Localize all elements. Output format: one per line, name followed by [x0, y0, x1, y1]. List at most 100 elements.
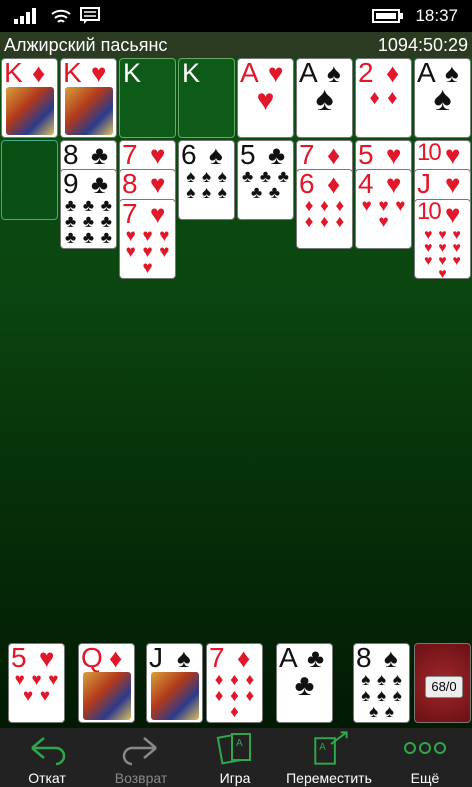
cards-icon: A [216, 733, 251, 765]
card-pips: ♠ [433, 80, 453, 118]
foundation-empty-slot[interactable]: K [119, 58, 176, 138]
card-pips: ♣ ♣ ♣ ♣ ♣ ♣ ♣ ♣ ♣ [65, 196, 113, 247]
foundation-empty-slot[interactable]: K [178, 58, 235, 138]
foundation-card[interactable]: A ♠ ♠ [414, 58, 471, 138]
jack-face-image [151, 672, 199, 720]
undo-arrow-icon [31, 737, 66, 766]
reserve-card[interactable]: J ♠ [146, 643, 203, 723]
heart-icon: ♥ [91, 58, 107, 88]
reserve-card[interactable]: Q ♦ [78, 643, 135, 723]
card-pips: ♦ ♦ ♦ ♦ ♦ ♦ [304, 196, 346, 231]
tableau-card[interactable]: 6 ♠ ♠ ♠ ♠ ♠ ♠ ♠ [178, 140, 235, 220]
card-pips: ♥ ♥ ♥ ♥ ♥ [14, 670, 60, 705]
svg-text:A: A [236, 738, 243, 749]
diamond-icon: ♦ [109, 643, 123, 673]
heart-icon: ♥ [445, 140, 461, 170]
diamond-icon: ♦ [386, 58, 400, 88]
foundation-card[interactable]: K ♦ [1, 58, 58, 138]
card-pips: ♥ ♥ ♥ ♥ ♥ ♥ ♥ [125, 226, 171, 277]
undo-button[interactable]: Откат [0, 728, 94, 787]
card-rank: Q [81, 643, 103, 673]
move-label: Переместить [286, 770, 372, 786]
reserve-card[interactable]: A ♣ ♣ [276, 643, 333, 723]
card-table: K ♦ K ♥ K K A ♥ ♥ A ♠ ♠ 2 ♦ ♦ ♦ A ♠ ♠ 8 … [0, 58, 472, 728]
redo-arrow-icon [122, 737, 157, 766]
foundation-card[interactable]: K ♥ [60, 58, 117, 138]
stock-count: 68/0 [425, 676, 463, 698]
card-pips: ♦ ♦ [369, 87, 399, 109]
card-pips: ♥ [256, 84, 276, 117]
king-face-image [6, 87, 54, 135]
move-button[interactable]: A Переместить [282, 728, 378, 787]
card-rank: A [279, 643, 298, 673]
slot-label: K [182, 58, 201, 88]
card-rank: J [417, 169, 431, 199]
foundation-card[interactable]: A ♠ ♠ [296, 58, 353, 138]
battery-icon [372, 9, 403, 23]
card-rank: A [417, 58, 436, 88]
card-rank: A [240, 58, 259, 88]
redo-label: Возврат [114, 770, 168, 786]
tableau-empty-slot[interactable] [1, 140, 58, 220]
tableau-card[interactable]: 9 ♣ ♣ ♣ ♣ ♣ ♣ ♣ ♣ ♣ ♣ [60, 169, 117, 249]
redo-button[interactable]: Возврат [94, 728, 188, 787]
stock-pile[interactable]: 68/0 [414, 643, 471, 723]
foundation-card[interactable]: A ♥ ♥ [237, 58, 294, 138]
card-rank: 2 [358, 58, 374, 88]
card-pips: ♣ [294, 669, 316, 702]
card-pips: ♠ ♠ ♠ ♠ ♠ ♠ [186, 167, 228, 202]
move-card-icon: A [314, 731, 348, 765]
queen-face-image [83, 672, 131, 720]
diamond-icon: ♦ [327, 140, 341, 170]
reserve-card[interactable]: 5 ♥ ♥ ♥ ♥ ♥ ♥ [8, 643, 65, 723]
card-rank: A [299, 58, 318, 88]
message-icon [80, 7, 100, 24]
card-pips: ♦ ♦ ♦ ♦ ♦ ♦ ♦ [214, 670, 256, 721]
card-pips: ♠ [315, 80, 335, 118]
card-rank: J [149, 643, 163, 673]
card-rank: 7 [299, 140, 315, 170]
card-rank: 8 [63, 140, 79, 170]
reserve-card[interactable]: 7 ♦ ♦ ♦ ♦ ♦ ♦ ♦ ♦ [206, 643, 263, 723]
king-face-image [65, 87, 113, 135]
card-pips: ♠ ♠ ♠ ♠ ♠ ♠ ♠ ♠ [361, 670, 403, 721]
tableau-card[interactable]: 4 ♥ ♥ ♥ ♥ ♥ [355, 169, 412, 249]
heart-icon: ♥ [150, 140, 166, 170]
more-dots-icon [404, 742, 446, 754]
heart-icon: ♥ [150, 169, 166, 199]
undo-label: Откат [28, 770, 66, 786]
game-button[interactable]: A Игра [188, 728, 282, 787]
more-label: Ещё [410, 770, 440, 786]
game-label: Игра [219, 770, 251, 786]
signal-icon [14, 8, 36, 24]
svg-text:A: A [319, 742, 326, 753]
diamond-icon: ♦ [32, 58, 46, 88]
card-rank: 5 [358, 140, 374, 170]
card-pips: ♣ ♣ ♣ ♣ ♣ [242, 167, 290, 202]
game-title: Алжирский пасьянс [4, 35, 168, 55]
tableau-card[interactable]: 10 ♥ ♥ ♥ ♥ ♥ ♥ ♥ ♥ ♥ ♥ ♥ [414, 199, 471, 279]
card-rank: K [63, 58, 82, 88]
slot-label: K [123, 58, 142, 88]
more-button[interactable]: Ещё [378, 728, 472, 787]
card-pips: ♥ ♥ ♥ ♥ ♥ ♥ ♥ ♥ ♥ ♥ [424, 226, 462, 279]
card-rank: 7 [122, 140, 138, 170]
card-rank: 10 [417, 199, 442, 225]
status-bar: 18:37 [0, 0, 472, 32]
card-rank: 8 [122, 169, 138, 199]
tableau-card[interactable]: 5 ♣ ♣ ♣ ♣ ♣ ♣ [237, 140, 294, 220]
tableau-card[interactable]: 7 ♥ ♥ ♥ ♥ ♥ ♥ ♥ ♥ [119, 199, 176, 279]
tableau-card[interactable]: 6 ♦ ♦ ♦ ♦ ♦ ♦ ♦ [296, 169, 353, 249]
clock: 18:37 [415, 6, 458, 25]
game-title-bar: Алжирский пасьянс 1094:50:29 [0, 32, 472, 58]
club-icon: ♣ [91, 140, 109, 170]
card-rank: 10 [417, 140, 442, 166]
card-rank: K [4, 58, 23, 88]
foundation-card[interactable]: 2 ♦ ♦ ♦ [355, 58, 412, 138]
game-timer: 1094:50:29 [377, 35, 468, 55]
spade-icon: ♠ [177, 643, 191, 673]
app-bar: Откат Возврат A Игра A Переместить Ещё [0, 728, 472, 787]
heart-icon: ♥ [386, 140, 402, 170]
heart-icon: ♥ [445, 169, 461, 199]
reserve-card[interactable]: 8 ♠ ♠ ♠ ♠ ♠ ♠ ♠ ♠ ♠ [353, 643, 410, 723]
